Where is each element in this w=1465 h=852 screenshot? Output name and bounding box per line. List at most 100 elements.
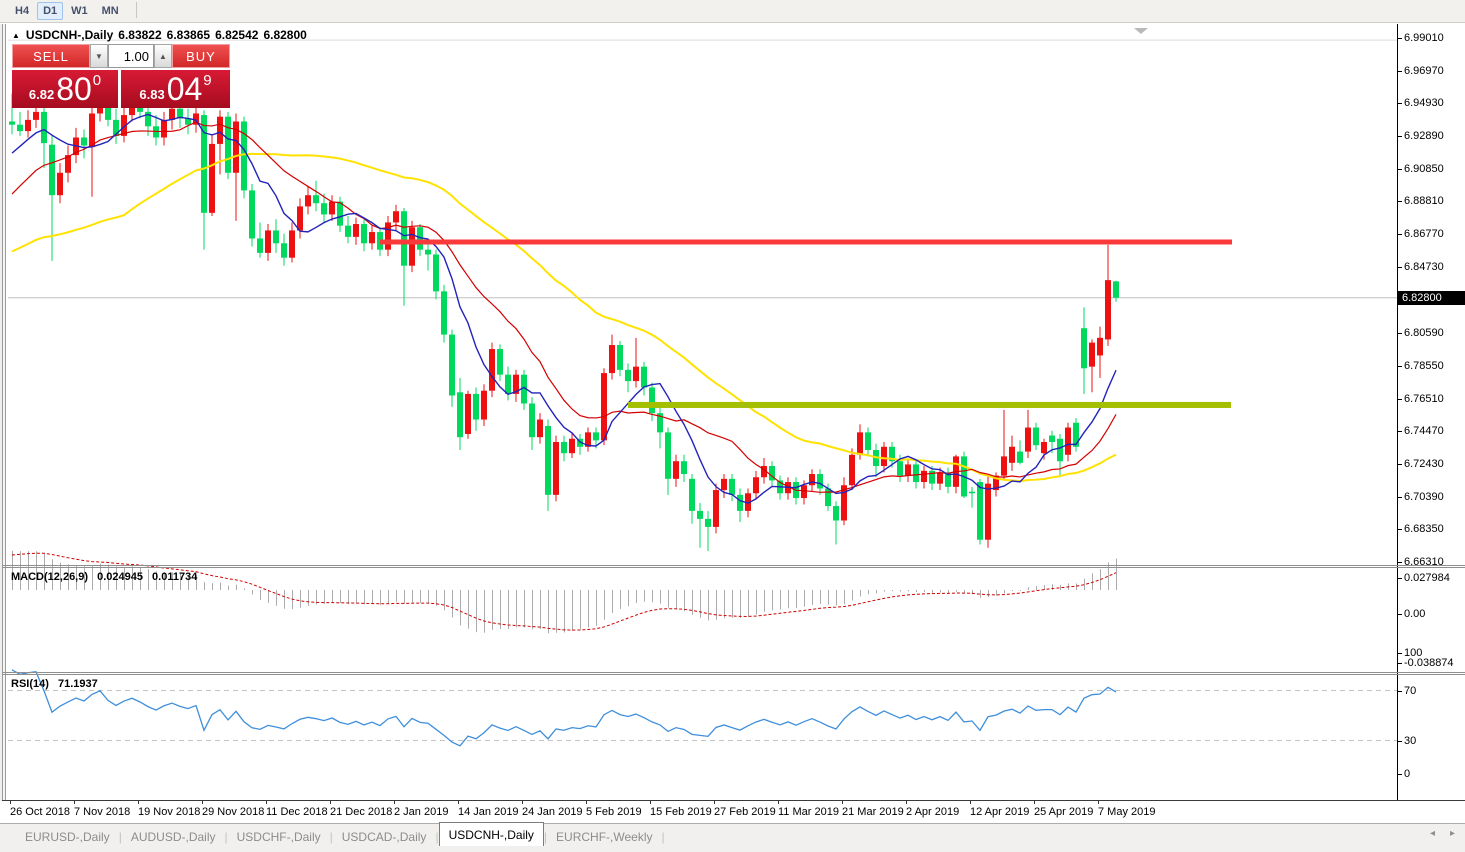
buy-button[interactable]: BUY	[172, 44, 230, 68]
candle-body	[329, 202, 335, 215]
macd-bar	[820, 590, 821, 604]
date-label: 21 Mar 2019	[842, 806, 904, 818]
macd-bar	[532, 590, 533, 629]
macd-bar	[796, 590, 797, 608]
chart-tab-eurchf-weekly[interactable]: EURCHF-,Weekly	[547, 826, 661, 848]
sell-button[interactable]: SELL	[12, 44, 90, 68]
macd-panel-separator[interactable]	[2, 565, 1465, 566]
rsi-panel-separator[interactable]	[2, 672, 1465, 673]
volume-input[interactable]	[108, 44, 154, 68]
macd-bar	[524, 590, 525, 627]
candle-body	[321, 203, 327, 214]
macd-bar	[660, 590, 661, 604]
rsi-panel-separator-inner	[2, 674, 1465, 675]
date-axis[interactable]: 26 Oct 20187 Nov 201819 Nov 201829 Nov 2…	[0, 801, 1465, 823]
candle-body	[1041, 442, 1047, 453]
macd-bar	[244, 588, 245, 590]
rsi-line	[12, 670, 1116, 746]
triangle-up-icon[interactable]: ▲	[12, 31, 20, 40]
macd-bar	[1004, 590, 1005, 593]
macd-bar	[396, 590, 397, 602]
macd-bar	[548, 590, 549, 633]
timeframe-button-h4[interactable]: H4	[9, 2, 35, 20]
candle-body	[937, 472, 943, 483]
chart-tab-eurusd-daily[interactable]: EURUSD-,Daily	[16, 826, 119, 848]
candle-body	[345, 226, 351, 237]
candle-body	[833, 506, 839, 520]
candle-body	[977, 482, 983, 540]
macd-bar	[756, 590, 757, 615]
price-axis-label: 6.92890	[1404, 129, 1444, 143]
mt4-window: H4D1W1MN ▲ USDCNH-,Daily 6.83822 6.83865 6.8…	[0, 0, 1465, 852]
status-strip	[0, 846, 1465, 852]
date-label: 21 Dec 2018	[330, 806, 392, 818]
macd-bar	[828, 590, 829, 605]
candle-body	[713, 490, 719, 527]
macd-bar	[996, 590, 997, 596]
date-label: 5 Feb 2019	[586, 806, 642, 818]
volume-increase-button[interactable]: ▲	[154, 44, 172, 68]
support-line[interactable]	[628, 402, 1231, 408]
macd-bar	[252, 590, 253, 594]
chart-tab-usdcnh-daily[interactable]: USDCNH-,Daily	[439, 822, 544, 847]
candle-body	[681, 461, 687, 474]
macd-bar	[732, 590, 733, 618]
candle-body	[825, 488, 831, 506]
candle-body	[649, 387, 655, 413]
candle-body	[865, 432, 871, 450]
chart-tab-bar: EURUSD-,Daily|AUDUSD-,Daily|USDCHF-,Dail…	[0, 823, 1465, 846]
candle-body	[89, 113, 95, 147]
candle-body	[561, 442, 567, 453]
tab-scroll-left-button[interactable]: ◂	[1430, 828, 1435, 839]
chart-tab-audusd-daily[interactable]: AUDUSD-,Daily	[122, 826, 225, 848]
main-chart-canvas[interactable]	[7, 24, 1397, 800]
candle-body	[881, 447, 887, 466]
tab-separator: |	[661, 830, 664, 844]
timeframe-button-mn[interactable]: MN	[96, 2, 125, 20]
ohlc-open: 6.83822	[118, 28, 161, 42]
candle-body	[497, 349, 503, 375]
chart-tab-usdchf-daily[interactable]: USDCHF-,Daily	[228, 826, 330, 848]
tab-scroll-right-button[interactable]: ▸	[1450, 828, 1455, 839]
chart-symbol-period: USDCNH-,Daily	[26, 28, 113, 42]
macd-bar	[668, 590, 669, 607]
macd-bar	[500, 590, 501, 629]
macd-bar	[940, 590, 941, 592]
macd-bar	[772, 590, 773, 610]
macd-signal-value: 0.011734	[152, 571, 197, 583]
candle-body	[737, 495, 743, 511]
buy-price-pips: 04	[167, 74, 203, 104]
buy-price-point: 9	[203, 72, 211, 89]
macd-bar	[460, 590, 461, 625]
triangle-down-icon[interactable]	[1134, 28, 1148, 34]
macd-bar	[676, 590, 677, 609]
macd-bar	[708, 590, 709, 620]
candle-body	[1001, 456, 1007, 475]
candle-body	[369, 232, 375, 243]
candle-body	[353, 224, 359, 237]
macd-bar	[908, 590, 909, 591]
candle-body	[1017, 452, 1023, 463]
sell-price[interactable]: 6.82 80 0	[12, 70, 118, 108]
buy-price[interactable]: 6.83 04 9	[121, 70, 230, 108]
macd-bar	[492, 590, 493, 630]
macd-bar	[388, 590, 389, 604]
candle-body	[289, 230, 295, 257]
macd-bar	[484, 590, 485, 633]
arrow-right-icon: ▸	[1450, 828, 1455, 839]
candle-body	[593, 432, 599, 440]
candle-body	[673, 461, 679, 479]
ohlc-high: 6.83865	[167, 28, 210, 42]
macd-bar	[1116, 559, 1117, 590]
price-axis[interactable]: 6.990106.969706.949306.928906.908506.888…	[1397, 24, 1465, 800]
volume-decrease-button[interactable]: ▼	[90, 44, 108, 68]
chart-tab-usdcad-daily[interactable]: USDCAD-,Daily	[333, 826, 436, 848]
resistance-line[interactable]	[380, 239, 1232, 244]
candle-body	[505, 375, 511, 394]
date-axis-border	[2, 800, 1465, 801]
timeframe-button-w1[interactable]: W1	[65, 2, 94, 20]
macd-bar	[956, 590, 957, 592]
timeframe-button-d1[interactable]: D1	[37, 2, 63, 20]
macd-indicator-label: MACD(12,26,9) 0.024945 0.011734	[11, 571, 197, 583]
candle-body	[705, 519, 711, 527]
